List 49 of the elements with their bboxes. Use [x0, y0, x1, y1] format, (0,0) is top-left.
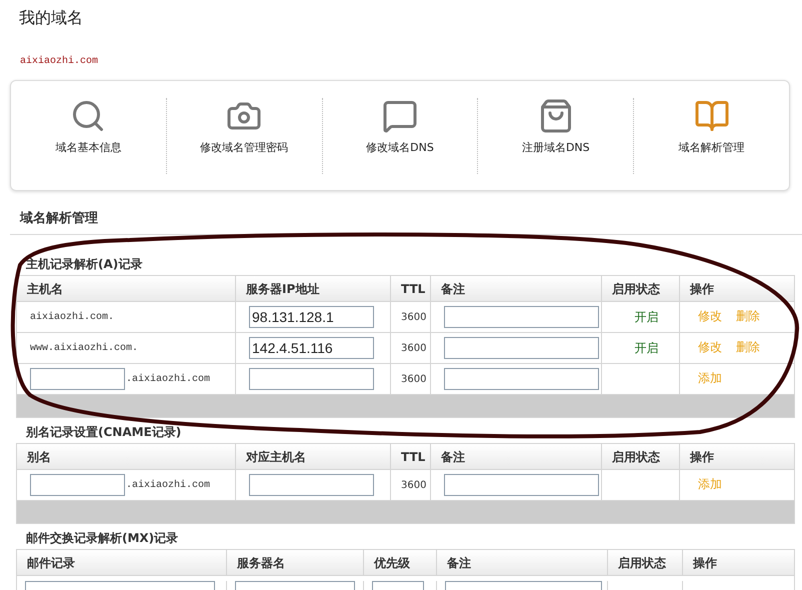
table-title: 邮件交换记录解析(MX)记录 — [25, 530, 180, 547]
toolbar-button[interactable]: 域名基本信息 — [55, 98, 122, 174]
column-header: 启用状态 — [608, 550, 683, 575]
column-header: 服务器名 — [227, 550, 364, 575]
column-header: 对应主机名 — [236, 444, 391, 469]
toolbar-button[interactable]: 修改域名管理密码 — [200, 98, 288, 174]
text-field[interactable] — [30, 368, 125, 390]
text-field[interactable] — [444, 474, 599, 496]
text-field[interactable]: 98.131.128.1 — [249, 306, 374, 328]
toolbar-button[interactable]: 修改域名DNS — [366, 98, 434, 174]
column-header: 优先级 — [364, 550, 437, 575]
column-header: TTL — [391, 276, 431, 301]
column-header: 备注 — [431, 276, 602, 301]
column-header: 备注 — [431, 444, 602, 469]
text-field[interactable] — [249, 368, 374, 390]
status-text: 开启 — [634, 340, 658, 357]
text-field[interactable] — [249, 474, 374, 496]
column-header: 操作 — [688, 280, 715, 298]
column-header: 启用状态 — [602, 276, 680, 301]
column-header: 操作 — [688, 448, 715, 466]
ttl-value: 3600 — [401, 342, 426, 356]
toolbar-button[interactable]: 域名解析管理 — [678, 98, 745, 174]
host-name: www.aixiaozhi.com. — [30, 342, 138, 356]
domain-name: aixiaozhi.com — [19, 54, 100, 69]
domain-suffix: .aixiaozhi.com — [126, 372, 210, 386]
text-field[interactable] — [30, 474, 125, 496]
text-field[interactable] — [444, 368, 599, 390]
column-header: 别名 — [17, 444, 236, 469]
column-header: 服务器IP地址 — [236, 276, 391, 301]
toolbar-button[interactable]: 注册域名DNS — [522, 98, 590, 174]
column-header: 备注 — [437, 550, 608, 575]
text-field[interactable] — [444, 337, 599, 359]
status-text: 开启 — [634, 309, 658, 326]
column-header: 操作 — [692, 554, 718, 572]
host-name: aixiaozhi.com. — [30, 310, 114, 324]
column-header: 主机名 — [17, 276, 236, 301]
section-title: 域名解析管理 — [10, 209, 802, 235]
ttl-value: 3600 — [401, 478, 426, 492]
ttl-value: 3600 — [401, 310, 426, 324]
column-header: 邮件记录 — [17, 550, 227, 575]
column-header: TTL — [391, 444, 431, 469]
table-title: 主机记录解析(A)记录 — [25, 256, 144, 273]
ttl-value: 3600 — [401, 372, 426, 386]
text-field[interactable]: 142.4.51.116 — [249, 337, 374, 359]
text-field[interactable] — [444, 306, 599, 328]
table-title: 别名记录设置(CNAME记录) — [24, 424, 182, 441]
domain-suffix: .aixiaozhi.com — [126, 478, 210, 492]
column-header: 启用状态 — [602, 444, 680, 469]
page-title: 我的域名 — [18, 7, 84, 29]
